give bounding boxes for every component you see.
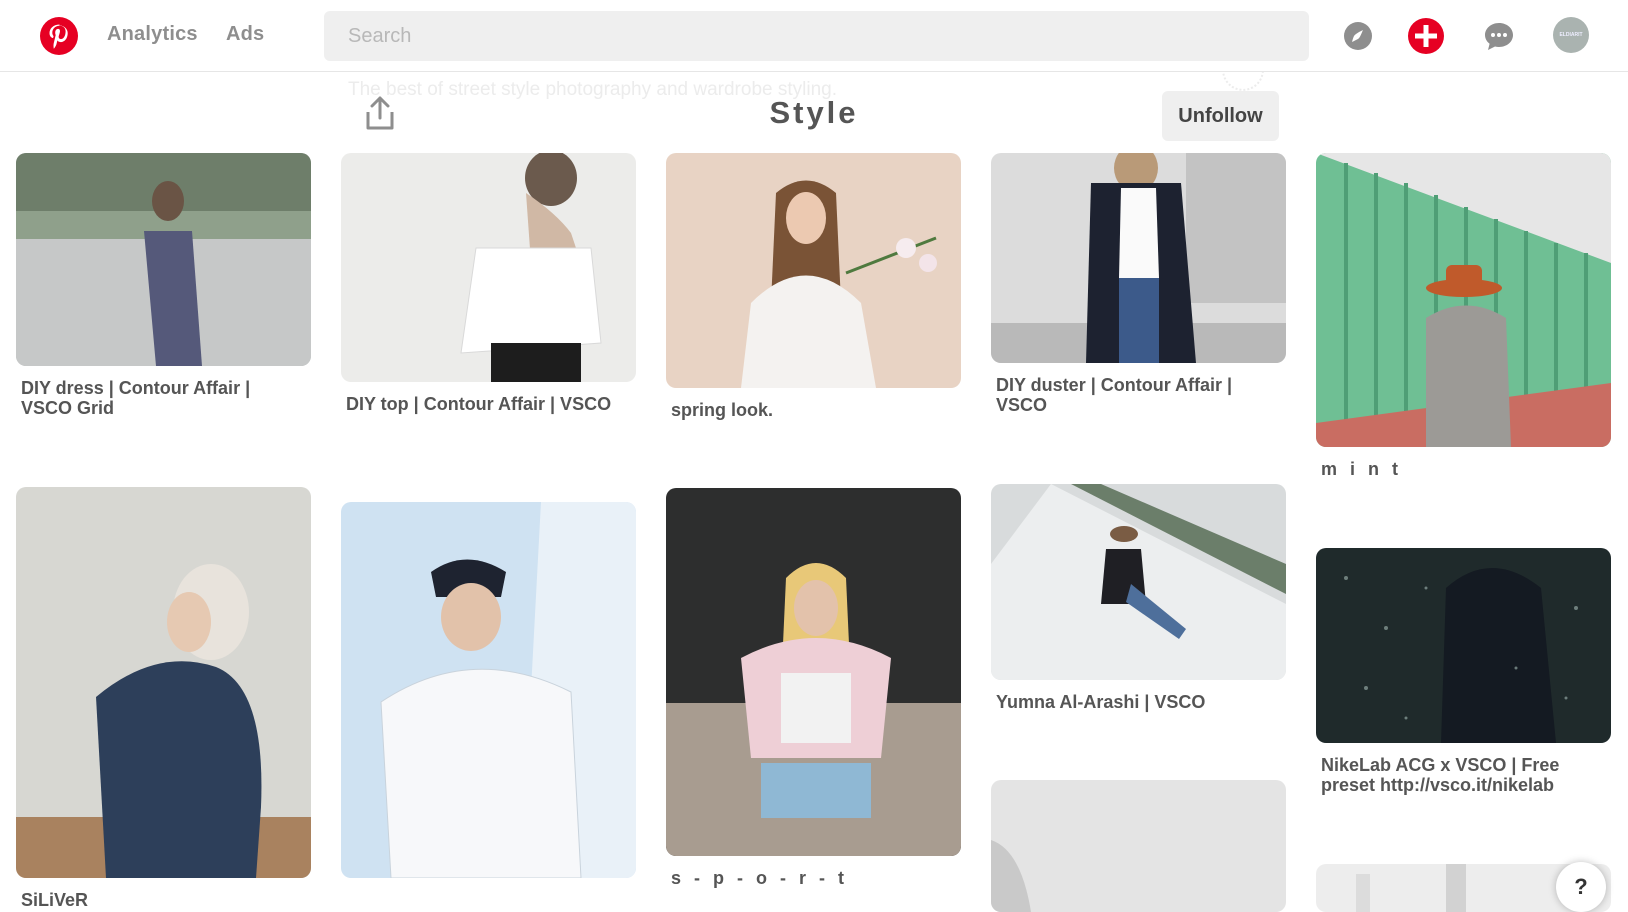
pin-card[interactable]: s - p - o - r - t <box>666 488 961 888</box>
pin-card[interactable]: SiLiVeR <box>16 487 311 910</box>
pin-card[interactable]: spring look. <box>666 153 961 420</box>
help-button[interactable]: ? <box>1556 862 1606 912</box>
pin-image[interactable] <box>341 502 636 878</box>
pin-caption: NikeLab ACG x VSCO | Free preset http://… <box>1321 755 1560 795</box>
pin-caption: spring look. <box>671 400 774 420</box>
pin-image[interactable] <box>1316 153 1611 447</box>
messages-icon[interactable] <box>1479 16 1519 56</box>
pin-image[interactable] <box>666 153 961 388</box>
unfollow-button[interactable]: Unfollow <box>1162 91 1279 141</box>
pin-card[interactable]: NikeLab ACG x VSCO | Free preset http://… <box>1316 548 1611 795</box>
search-input[interactable] <box>324 11 1309 61</box>
pin-card[interactable]: m i n t <box>1316 153 1611 479</box>
user-avatar[interactable]: ELDIARIT <box>1553 17 1589 53</box>
pin-image[interactable] <box>16 153 311 366</box>
pin-image[interactable] <box>1316 548 1611 743</box>
nav-analytics-link[interactable]: Analytics <box>107 23 198 46</box>
pin-caption: DIY top | Contour Affair | VSCO <box>346 394 612 414</box>
nav-ads-link[interactable]: Ads <box>226 23 264 46</box>
pin-image[interactable] <box>991 780 1286 912</box>
pin-card[interactable]: DIY duster | Contour Affair | VSCO <box>991 153 1286 415</box>
pin-caption: SiLiVeR <box>21 890 89 910</box>
pin-image[interactable] <box>341 153 636 382</box>
pin-caption: DIY dress | Contour Affair | VSCO Grid <box>21 378 251 418</box>
pin-caption: DIY duster | Contour Affair | VSCO <box>996 375 1233 415</box>
pin-card[interactable] <box>991 780 1286 912</box>
pin-caption: Yumna Al-Arashi | VSCO <box>996 692 1206 712</box>
pin-card[interactable]: DIY top | Contour Affair | VSCO <box>341 153 636 414</box>
pinterest-logo-icon[interactable] <box>40 17 78 55</box>
explore-compass-icon[interactable] <box>1338 16 1378 56</box>
board-title: Style <box>769 95 859 130</box>
pin-image[interactable] <box>991 153 1286 363</box>
pin-image[interactable] <box>991 484 1286 680</box>
pin-caption: s - p - o - r - t <box>671 868 848 888</box>
pin-image[interactable] <box>666 488 961 856</box>
pin-image[interactable] <box>16 487 311 878</box>
pin-card[interactable] <box>341 502 636 890</box>
pin-card[interactable]: DIY dress | Contour Affair | VSCO Grid <box>16 153 311 418</box>
pin-caption: m i n t <box>1321 459 1402 479</box>
add-pin-icon[interactable] <box>1406 16 1446 56</box>
top-navigation-bar: Analytics Ads ELDIARIT <box>0 0 1628 72</box>
pin-card[interactable]: Yumna Al-Arashi | VSCO <box>991 484 1286 712</box>
